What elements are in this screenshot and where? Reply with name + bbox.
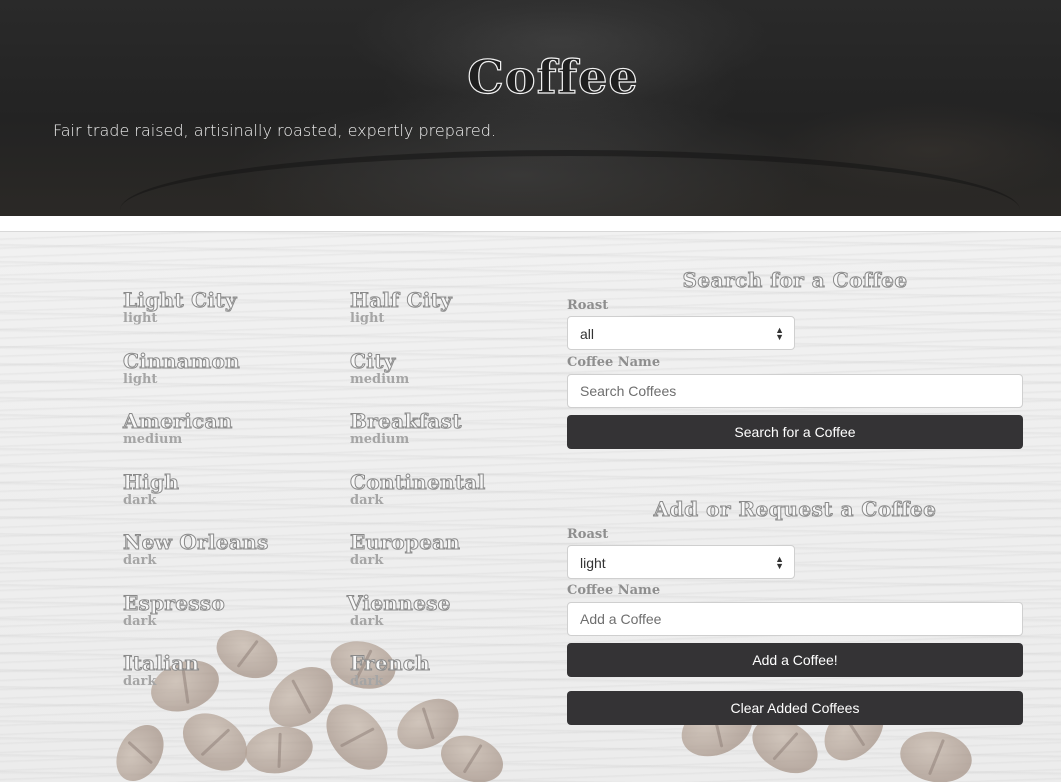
coffee-bean-decoration (106, 716, 174, 782)
list-item: City medium (350, 348, 540, 410)
select-caret-icon: ▲ ▼ (775, 554, 784, 571)
coffee-roast: dark (123, 553, 157, 568)
coffee-name: Continental (350, 469, 486, 494)
cup-rim-decoration (120, 150, 1020, 216)
add-coffee-button[interactable]: Add a Coffee! (567, 643, 1023, 677)
list-item: Light City light (123, 288, 350, 349)
coffee-name: Half City (350, 288, 453, 313)
list-item: Espresso dark (123, 590, 350, 652)
coffee-name: Italian (123, 651, 200, 676)
coffee-roast: light (123, 371, 158, 387)
coffee-roast: dark (350, 613, 384, 629)
coffee-roast: dark (123, 492, 157, 508)
coffee-bean-decoration (896, 726, 976, 782)
clear-added-coffees-button[interactable]: Clear Added Coffees (567, 691, 1023, 725)
list-item: French dark (350, 651, 540, 712)
coffee-roast: medium (350, 432, 410, 447)
add-roast-label: Roast (567, 527, 609, 542)
coffee-name: Espresso (123, 590, 226, 615)
list-item: Half City light (350, 288, 540, 349)
add-coffee-input[interactable] (567, 602, 1023, 636)
list-item: Continental dark (350, 469, 540, 531)
coffee-name: French (350, 651, 431, 676)
coffee-bean-decoration (171, 701, 259, 782)
list-item: High dark (123, 469, 350, 531)
add-form: Add or Request a Coffee Roast light ▲ ▼ C… (567, 497, 1023, 725)
coffee-name: High (123, 469, 180, 494)
list-item: European dark (350, 530, 540, 591)
coffee-roast: dark (123, 674, 157, 689)
main-section: Light City light Half City light Cinnamo… (0, 231, 1061, 782)
coffee-roast: dark (350, 492, 384, 508)
coffee-roast: medium (123, 432, 183, 447)
search-roast-select[interactable]: all ▲ ▼ (567, 316, 795, 350)
hero-tagline: Fair trade raised, artisinally roasted, … (53, 121, 496, 140)
add-form-title: Add or Request a Coffee (653, 497, 937, 522)
coffee-roast: light (123, 311, 158, 326)
coffee-name: Viennese (347, 590, 451, 615)
search-roast-value: all (580, 326, 595, 342)
coffee-list: Light City light Half City light Cinnamo… (123, 288, 543, 712)
coffee-roast: dark (123, 613, 157, 629)
list-item: American medium (123, 409, 350, 470)
coffee-bean-decoration (241, 721, 317, 779)
search-input[interactable] (567, 374, 1023, 408)
coffee-roast: medium (350, 371, 410, 387)
coffee-roast: light (350, 311, 385, 326)
search-form-title: Search for a Coffee (682, 268, 908, 293)
coffee-name: American (123, 409, 233, 434)
list-item: New Orleans dark (123, 530, 350, 591)
list-item: Viennese dark (347, 590, 540, 652)
add-name-label: Coffee Name (567, 583, 661, 598)
page-title: Coffee (467, 49, 639, 104)
coffee-name: City (350, 348, 396, 373)
coffee-name: Light City (123, 288, 237, 313)
hero-banner: Coffee Fair trade raised, artisinally ro… (0, 0, 1061, 216)
coffee-roast: dark (350, 553, 384, 568)
coffee-name: New Orleans (123, 530, 269, 555)
add-roast-select[interactable]: light ▲ ▼ (567, 545, 795, 579)
coffee-name: Breakfast (350, 409, 462, 434)
coffee-roast: dark (350, 674, 384, 689)
list-item: Breakfast medium (350, 409, 540, 470)
add-roast-value: light (580, 555, 606, 571)
search-form: Search for a Coffee Roast all ▲ ▼ Coffee … (567, 268, 1023, 449)
coffee-name: European (350, 530, 461, 555)
search-name-label: Coffee Name (567, 355, 661, 370)
search-roast-label: Roast (567, 298, 609, 313)
select-caret-icon: ▲ ▼ (775, 325, 784, 342)
list-item: Italian dark (123, 651, 350, 712)
search-button[interactable]: Search for a Coffee (567, 415, 1023, 449)
coffee-name: Cinnamon (123, 348, 241, 373)
list-item: Cinnamon light (123, 348, 350, 410)
